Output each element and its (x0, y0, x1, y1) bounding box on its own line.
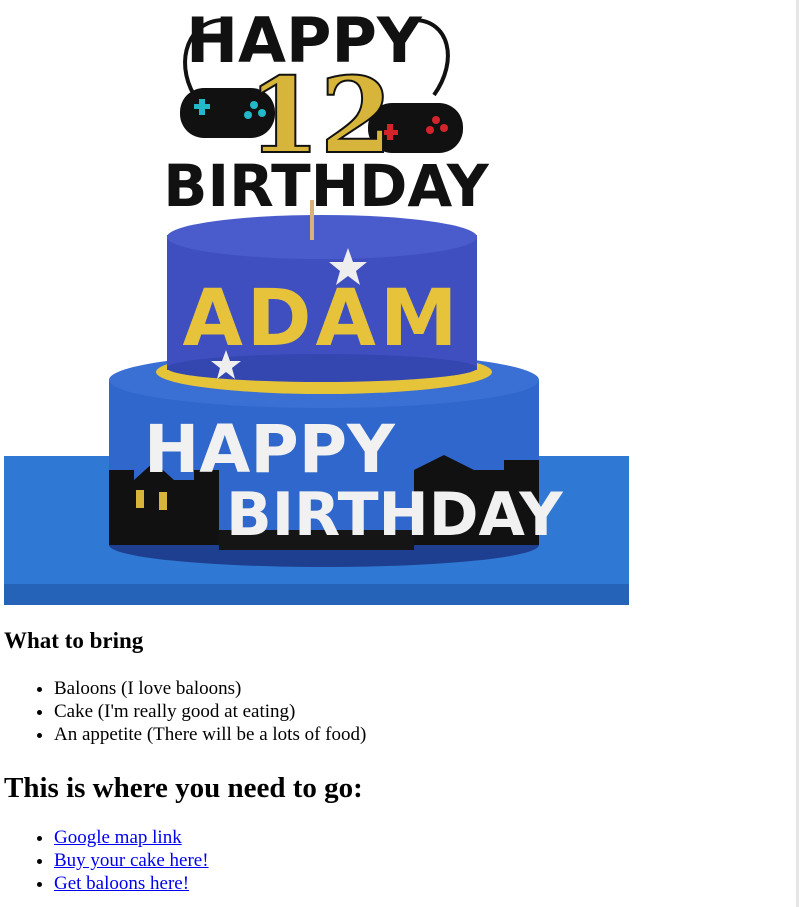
google-map-link[interactable]: Google map link (54, 827, 182, 848)
topper-birthday-text: BIRTHDAY (163, 152, 489, 220)
cake-name-text: ADAM (182, 274, 461, 364)
bring-list: Baloons (I love baloons) Cake (I'm reall… (4, 677, 784, 746)
list-item: Cake (I'm really good at eating) (54, 700, 784, 723)
list-item: Google map link (54, 826, 784, 849)
cake-greeting-line2: BIRTHDAY (226, 480, 564, 550)
list-item: Baloons (I love baloons) (54, 677, 784, 700)
links-list: Google map link Buy your cake here! Get … (4, 826, 784, 895)
directions-heading: This is where you need to go: (4, 772, 363, 804)
birthday-cake-image: ADAM HAPPY BIRTHDAY HAPPY 12 BIRTHDAY (4, 0, 629, 605)
buy-cake-link[interactable]: Buy your cake here! (54, 850, 209, 871)
main-content: What to bring Baloons (I love baloons) C… (4, 627, 784, 895)
what-to-bring-heading: What to bring (4, 628, 144, 653)
get-baloons-link[interactable]: Get baloons here! (54, 873, 189, 894)
list-item: Buy your cake here! (54, 849, 784, 872)
list-item: An appetite (There will be a lots of foo… (54, 723, 784, 746)
cake-greeting-line1: HAPPY (144, 411, 396, 488)
list-item: Get baloons here! (54, 872, 784, 895)
